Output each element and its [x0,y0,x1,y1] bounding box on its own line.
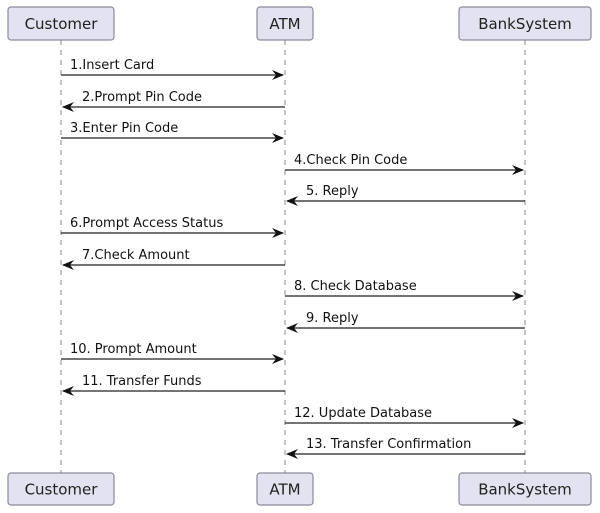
message-5: 5. Reply [286,184,525,206]
participant-label: Customer [25,15,99,33]
participant-label: BankSystem [478,481,572,499]
message-6: 6.Prompt Access Status [61,216,284,238]
message-label: 10. Prompt Amount [70,342,197,357]
message-11: 11. Transfer Funds [62,374,285,396]
message-label: 2.Prompt Pin Code [82,90,202,105]
message-2: 2.Prompt Pin Code [62,90,285,112]
message-label: 11. Transfer Funds [82,374,202,389]
participant-customer-bottom: Customer [7,472,115,506]
participant-label: ATM [269,15,300,33]
message-7: 7.Check Amount [62,248,285,270]
message-label: 13. Transfer Confirmation [306,437,471,452]
message-label: 12. Update Database [294,406,432,421]
participant-label: ATM [269,481,300,499]
participant-label: Customer [25,481,99,499]
message-label: 6.Prompt Access Status [70,216,223,231]
participant-customer-top: Customer [7,6,115,41]
message-1: 1.Insert Card [61,58,284,80]
message-label: 5. Reply [306,184,359,199]
sequence-diagram: 1.Insert Card 2.Prompt Pin Code 3.Enter Pi… [7,6,592,506]
message-label: 4.Check Pin Code [294,153,407,168]
participant-atm-top: ATM [256,6,314,41]
message-label: 9. Reply [306,311,359,326]
message-4: 4.Check Pin Code [285,153,524,175]
message-8: 8. Check Database [285,279,524,301]
message-label: 1.Insert Card [70,58,154,73]
participant-atm-bottom: ATM [256,472,314,506]
message-label: 3.Enter Pin Code [70,121,178,136]
message-9: 9. Reply [286,311,525,333]
message-13: 13. Transfer Confirmation [286,437,525,459]
message-label: 8. Check Database [294,279,417,294]
participant-label: BankSystem [478,15,572,33]
participant-bank-top: BankSystem [458,6,592,41]
message-10: 10. Prompt Amount [61,342,284,364]
participant-bank-bottom: BankSystem [458,472,592,506]
message-label: 7.Check Amount [82,248,190,263]
message-12: 12. Update Database [285,406,524,428]
message-3: 3.Enter Pin Code [61,121,284,143]
